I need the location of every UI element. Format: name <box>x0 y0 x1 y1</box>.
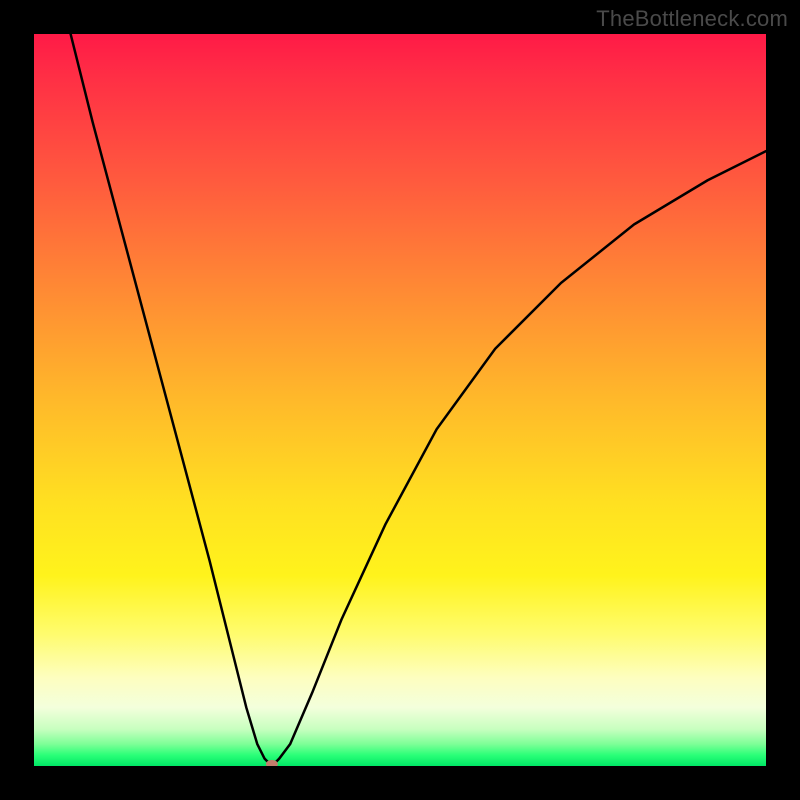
plot-area <box>34 34 766 766</box>
curve-svg <box>34 34 766 766</box>
watermark-text: TheBottleneck.com <box>596 6 788 32</box>
bottleneck-curve <box>71 34 766 766</box>
chart-frame: TheBottleneck.com <box>0 0 800 800</box>
